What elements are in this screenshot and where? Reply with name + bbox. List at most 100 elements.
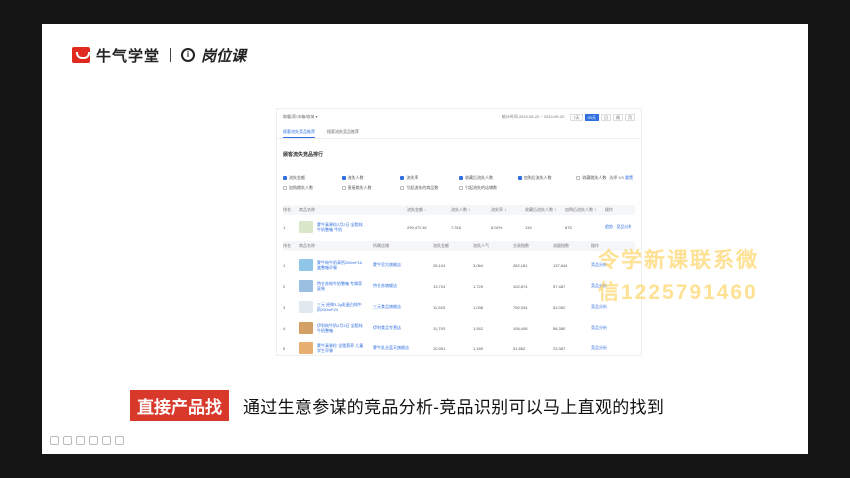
period-switch: 7天 30天 日 周 月 bbox=[570, 113, 635, 121]
metric-label: 收藏后流失人数 bbox=[465, 175, 493, 180]
shop-cell[interactable]: 特仑苏旗舰店 bbox=[373, 283, 433, 289]
metric-label: 加购后流失人数 bbox=[523, 175, 552, 180]
product-thumbnail bbox=[299, 280, 313, 292]
flow-cell: 137,844 bbox=[553, 262, 568, 268]
product-name[interactable]: 蒙牛真果粒 全脂营养 儿童学生早餐 bbox=[317, 343, 365, 353]
metric-check[interactable]: 加购后流失人数 bbox=[517, 175, 577, 181]
product-cell[interactable]: 蒙牛纯牛奶高钙250ml*16盒整箱早餐 bbox=[299, 259, 373, 271]
period-option[interactable]: 日 bbox=[601, 113, 611, 121]
pen-tool-icon[interactable] bbox=[50, 436, 59, 445]
amount-cell: 13,724 bbox=[433, 283, 446, 289]
watermark-line2: 信1225791460 bbox=[598, 281, 758, 304]
checkbox-icon bbox=[517, 176, 522, 180]
rank-cell: 4 bbox=[283, 325, 286, 331]
competitor-analysis-screenshot: 取暖/家/冰箱/收纳 ▾ 统计时间 2019-08-22 ~ 2019-09-2… bbox=[276, 108, 642, 356]
tab-search-loss[interactable]: 搜索流失竞品推荐 bbox=[327, 129, 359, 138]
metric-label: 收藏跳失人数 bbox=[582, 175, 607, 180]
tab-customer-loss[interactable]: 顾客流失竞品推荐 bbox=[283, 129, 315, 138]
metric-check[interactable]: 流失率 bbox=[400, 175, 459, 181]
amount-cell: 28,104 bbox=[433, 262, 446, 268]
filter-bar: 取暖/家/冰箱/收纳 ▾ 统计时间 2019-08-22 ~ 2019-09-2… bbox=[283, 113, 635, 121]
category-selector[interactable]: 取暖/家/冰箱/收纳 ▾ bbox=[283, 114, 317, 120]
period-option[interactable]: 7天 bbox=[570, 113, 583, 121]
ops-cell[interactable]: 趋势 · 竞品分析 bbox=[605, 224, 631, 230]
tab-divider bbox=[277, 138, 641, 139]
product-cell[interactable]: 蒙牛真果粒 全脂营养 儿童学生早餐 bbox=[299, 342, 373, 354]
column-header[interactable]: 收藏后流失人数 ↕ bbox=[525, 207, 565, 213]
period-option[interactable]: 月 bbox=[625, 113, 635, 121]
metric-check[interactable]: 引起流失的店铺数 bbox=[459, 185, 518, 191]
analysis-link[interactable]: 竞品分析 bbox=[591, 345, 613, 351]
lost-cell: 7,316 bbox=[451, 224, 462, 230]
metric-check[interactable]: 流失人数 bbox=[341, 175, 401, 181]
amount-cell: 11,793 bbox=[433, 325, 445, 331]
pointer-tool-icon[interactable] bbox=[102, 436, 111, 445]
metric-check[interactable]: 引起流失的商品数 bbox=[400, 185, 459, 191]
column-header: 排名 bbox=[283, 207, 291, 212]
checkbox-icon bbox=[459, 186, 463, 190]
shop-cell[interactable]: 三元食品旗舰店 bbox=[373, 304, 433, 310]
product-name[interactable]: 蒙牛真果粒2月2日 全脂纯牛奶整箱 牛奶 bbox=[317, 222, 365, 232]
analysis-link[interactable]: 竞品分析 bbox=[591, 325, 613, 331]
period-option[interactable]: 周 bbox=[613, 113, 623, 121]
rank-cell: 1 bbox=[283, 224, 286, 230]
column-header: 商品名称 bbox=[299, 207, 315, 212]
metric-label: 流失人数 bbox=[347, 175, 364, 180]
metric-check[interactable]: 收藏后流失人数 bbox=[459, 175, 518, 181]
pop-cell: 1,038 bbox=[473, 304, 484, 310]
column-header[interactable]: 加购后流失人数 ↕ bbox=[565, 207, 605, 213]
checkbox-icon bbox=[400, 186, 405, 190]
metric-check[interactable]: 直接跳失人数 bbox=[341, 185, 401, 191]
slide: 牛气学堂 i 岗位课 取暖/家/冰箱/收纳 ▾ 统计时间 2019-08-22 … bbox=[42, 24, 808, 454]
date-range: 统计时间 2019-08-22 ~ 2019-09-20 bbox=[501, 114, 565, 119]
caption-tag: 直接产品找 bbox=[130, 390, 229, 421]
selection-count: 选择 5/5 bbox=[609, 175, 624, 180]
trade-cell: 790,034 bbox=[513, 304, 528, 310]
annotation-toolbar bbox=[50, 436, 124, 445]
shop-cell[interactable]: 伊利食品专营店 bbox=[373, 325, 433, 331]
checkbox-icon bbox=[283, 186, 287, 190]
product-cell[interactable]: 蒙牛真果粒2月2日 全脂纯牛奶整箱 牛奶 bbox=[299, 221, 407, 233]
column-header: 流量指数 bbox=[553, 243, 569, 248]
rank-cell: 5 bbox=[283, 345, 286, 351]
period-option-active[interactable]: 30天 bbox=[584, 113, 599, 121]
clear-tool-icon[interactable] bbox=[115, 436, 124, 445]
flow-cell: 58,380 bbox=[553, 325, 566, 331]
flow-cell: 57,487 bbox=[553, 283, 566, 289]
flow-cell: 23,387 bbox=[553, 345, 566, 351]
trade-cell: 106,408 bbox=[513, 325, 528, 331]
highlight-tool-icon[interactable] bbox=[63, 436, 72, 445]
metric-check[interactable]: 加购跳失人数 bbox=[283, 185, 342, 191]
table-row: 4 伊利纯牛奶2月3日 全脂纯牛奶整箱 伊利食品专营店 11,793 1,542… bbox=[283, 318, 635, 338]
brand-logo: 牛气学堂 i 岗位课 bbox=[72, 44, 246, 66]
trade-cell: 282,181 bbox=[513, 262, 528, 268]
shop-cell[interactable]: 蒙牛乳业蓝天旗舰店 bbox=[373, 345, 433, 351]
shape-tool-icon[interactable] bbox=[76, 436, 85, 445]
product-name[interactable]: 特仑苏纯牛奶整箱 专属家庭装 bbox=[317, 281, 365, 291]
metric-label: 引起流失的商品数 bbox=[406, 185, 439, 190]
product-cell[interactable]: 伊利纯牛奶2月3日 全脂纯牛奶整箱 bbox=[299, 322, 373, 334]
subtitle-caption: 直接产品找 通过生意参谋的竞品分析-竞品识别可以马上直观的找到 bbox=[130, 390, 664, 421]
eraser-tool-icon[interactable] bbox=[89, 436, 98, 445]
table-row: 5 蒙牛真果粒 全脂营养 儿童学生早餐 蒙牛乳业蓝天旗舰店 10,951 1,1… bbox=[283, 339, 635, 355]
pop-cell: 1,185 bbox=[473, 345, 484, 351]
reset-link[interactable]: 重置 bbox=[625, 175, 633, 180]
column-header[interactable]: 流失人数 ↕ bbox=[451, 207, 491, 213]
metric-check[interactable]: 流失金额 bbox=[283, 175, 342, 181]
competitor-table-header: 排名 商品名称 所属店铺 流失金额 流失人气 交易指数 流量指数 操作 bbox=[283, 241, 635, 251]
checkbox-icon bbox=[341, 186, 346, 190]
product-name[interactable]: 蒙牛纯牛奶高钙250ml*16盒整箱早餐 bbox=[317, 260, 365, 270]
product-cell[interactable]: 特仑苏纯牛奶整箱 专属家庭装 bbox=[299, 280, 373, 292]
product-name[interactable]: 三元 经典3.2g乳蛋白纯牛奶250ml*24 bbox=[317, 302, 365, 312]
column-header[interactable]: 流失金额 ↓ bbox=[407, 207, 451, 213]
column-header[interactable]: 流失率 ↕ bbox=[491, 207, 525, 213]
product-cell[interactable]: 三元 经典3.2g乳蛋白纯牛奶250ml*24 bbox=[299, 301, 373, 313]
table-row: 1 蒙牛真果粒2月2日 全脂纯牛奶整箱 牛奶 299,472.61 7,316 … bbox=[283, 219, 635, 235]
ranking-table-header: 排名 商品名称 流失金额 ↓ 流失人数 ↕ 流失率 ↕ 收藏后流失人数 ↕ 加购… bbox=[283, 205, 635, 215]
selection-summary: 选择 5/5 重置 bbox=[609, 175, 633, 181]
product-thumbnail bbox=[299, 342, 313, 354]
rank-cell: 2 bbox=[283, 283, 286, 289]
product-name[interactable]: 伊利纯牛奶2月3日 全脂纯牛奶整箱 bbox=[317, 323, 365, 333]
shop-cell[interactable]: 蒙牛官方旗舰店 bbox=[373, 262, 433, 268]
cart-cell: 875 bbox=[565, 224, 572, 230]
